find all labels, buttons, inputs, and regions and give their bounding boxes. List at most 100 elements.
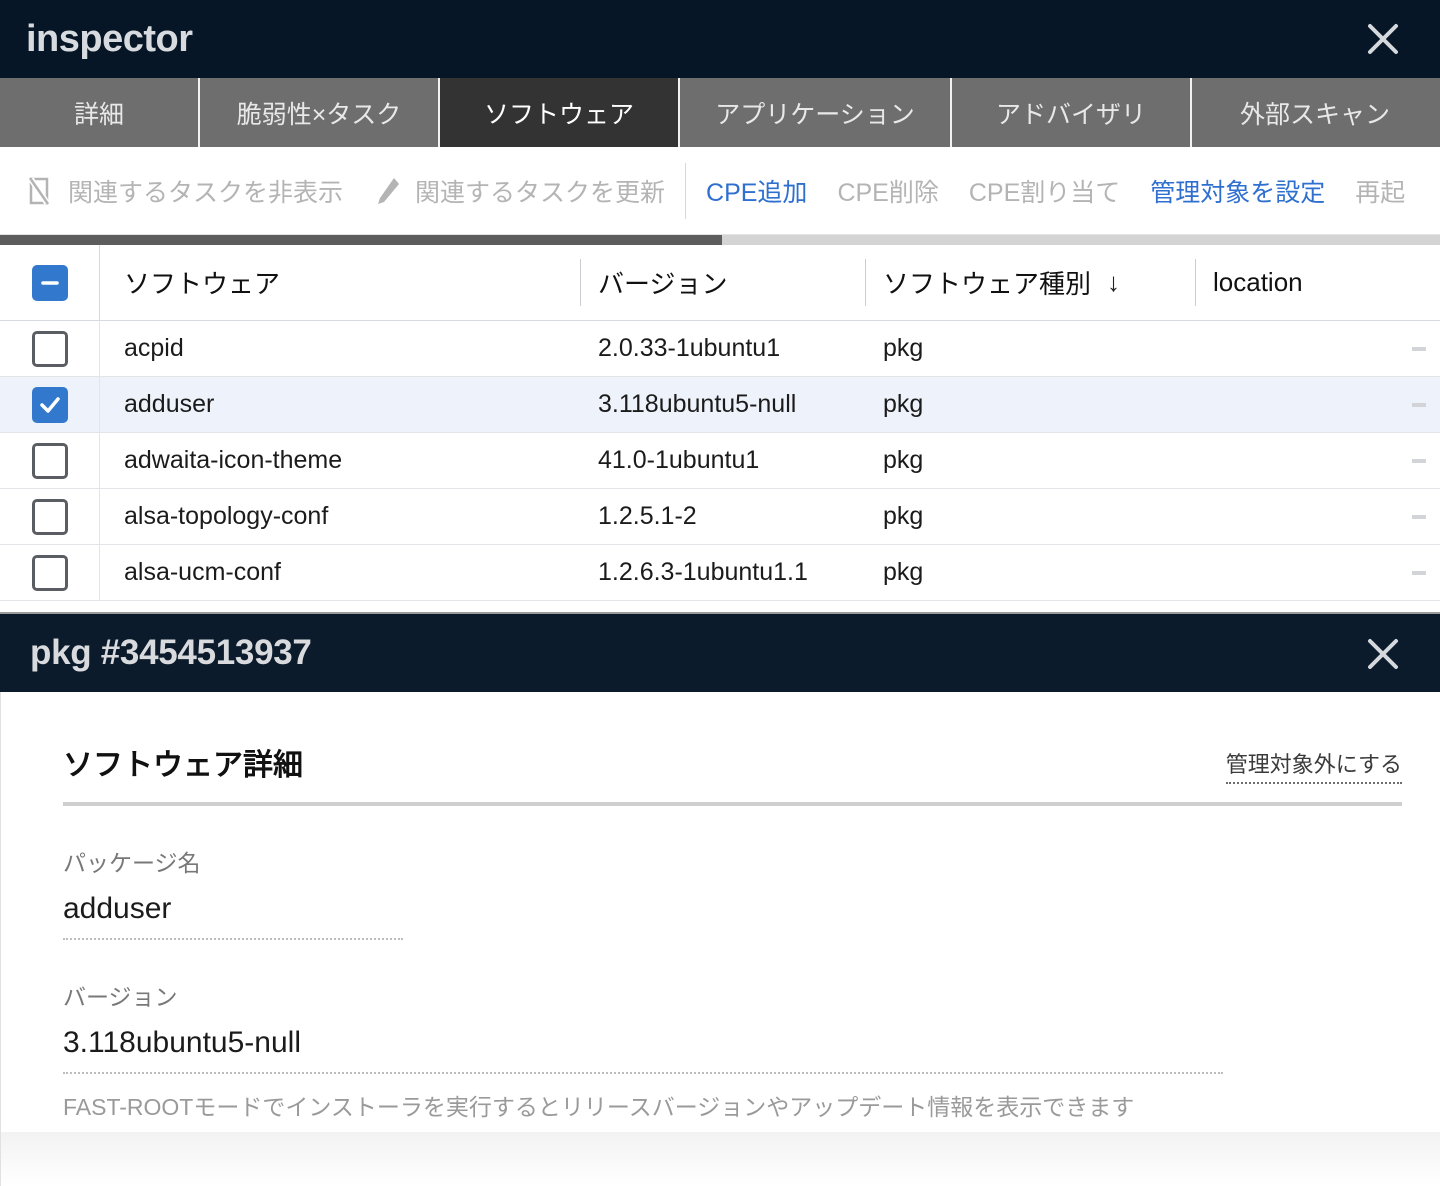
cpe-delete-button[interactable]: CPE削除	[837, 173, 938, 209]
cell-type: pkg	[883, 334, 924, 362]
column-header-type[interactable]: ソフトウェア種別 ↓	[865, 245, 1195, 320]
column-header-software-label: ソフトウェア	[124, 269, 281, 299]
software-table: ソフトウェア バージョン ソフトウェア種別 ↓ location acpid 2…	[0, 245, 1440, 610]
checkmark-icon	[39, 396, 60, 413]
row-checkbox[interactable]	[31, 442, 68, 479]
tab-detail-label: 詳細	[73, 100, 124, 129]
column-header-location[interactable]: location	[1195, 245, 1440, 320]
row-select-cell	[0, 489, 100, 544]
detail-panel-header: pkg #3454513937	[0, 612, 1440, 692]
bottom-fade-overlay	[1, 1132, 1440, 1186]
select-all-checkbox[interactable]	[31, 264, 68, 301]
detail-panel-title: pkg #3454513937	[30, 633, 312, 672]
hide-related-tasks-button[interactable]: 関連するタスクを非表示	[26, 173, 343, 209]
tab-vulnerability-task[interactable]: 脆弱性×タスク	[200, 78, 440, 147]
location-empty-dash	[1412, 570, 1426, 575]
toolbar-horizontal-scrollbar[interactable]	[0, 235, 1440, 245]
location-empty-dash	[1412, 458, 1426, 463]
location-empty-dash	[1412, 514, 1426, 519]
field-version-value[interactable]: 3.118ubuntu5-null	[63, 1026, 1223, 1072]
sort-descending-icon: ↓	[1107, 267, 1121, 297]
unmanage-link[interactable]: 管理対象外にする	[1225, 747, 1402, 784]
detail-panel-body: ソフトウェア詳細 管理対象外にする パッケージ名 adduser バージョン 3…	[0, 692, 1440, 1186]
table-row[interactable]: adduser 3.118ubuntu5-null pkg	[0, 377, 1440, 433]
column-header-version-label: バージョン	[598, 269, 728, 299]
field-package-name-underline	[63, 938, 403, 940]
table-row[interactable]: adwaita-icon-theme 41.0-1ubuntu1 pkg	[0, 433, 1440, 489]
cell-location	[1195, 433, 1440, 488]
field-version: バージョン 3.118ubuntu5-null FAST-ROOTモードでインス…	[63, 978, 1440, 1122]
row-select-cell	[0, 433, 100, 488]
column-header-type-label: ソフトウェア種別	[883, 269, 1092, 299]
tab-application-label: アプリケーション	[715, 100, 915, 129]
field-version-hint: FAST-ROOTモードでインストーラを実行するとリリースバージョンやアップデー…	[63, 1094, 1135, 1120]
column-header-location-label: location	[1213, 267, 1303, 297]
restart-label: 再起	[1355, 178, 1406, 207]
tab-vulnerability-task-label: 脆弱性×タスク	[236, 100, 402, 129]
row-select-cell	[0, 377, 100, 432]
cell-type: pkg	[883, 502, 924, 530]
cell-location	[1195, 321, 1440, 376]
detail-panel-close-button[interactable]	[1362, 633, 1404, 675]
cell-software: adduser	[124, 390, 215, 418]
cell-version: 1.2.5.1-2	[598, 502, 697, 530]
update-related-tasks-button[interactable]: 関連するタスクを更新	[373, 173, 665, 209]
location-empty-dash	[1412, 402, 1426, 407]
indeterminate-icon	[40, 280, 59, 285]
select-all-cell	[0, 245, 100, 320]
table-row[interactable]: alsa-ucm-conf 1.2.6.3-1ubuntu1.1 pkg	[0, 545, 1440, 601]
row-checkbox[interactable]	[31, 498, 68, 535]
table-row[interactable]: alsa-topology-conf 1.2.5.1-2 pkg	[0, 489, 1440, 545]
tab-software[interactable]: ソフトウェア	[440, 78, 680, 147]
column-header-software[interactable]: ソフトウェア	[100, 245, 580, 320]
field-package-name-value[interactable]: adduser	[63, 892, 403, 938]
section-title: ソフトウェア詳細	[63, 749, 303, 782]
action-toolbar: 関連するタスクを非表示 関連するタスクを更新 CPE追加 CPE削除 CPE割り…	[0, 147, 1440, 235]
toolbar-divider	[685, 162, 687, 219]
row-select-cell	[0, 545, 100, 600]
set-managed-button[interactable]: 管理対象を設定	[1150, 173, 1325, 209]
cell-type: pkg	[883, 558, 924, 586]
tab-application[interactable]: アプリケーション	[680, 78, 952, 147]
main-tabbar: 詳細 脆弱性×タスク ソフトウェア アプリケーション アドバイザリ 外部スキャン	[0, 78, 1440, 147]
cell-software: adwaita-icon-theme	[124, 446, 343, 474]
inspector-window: inspector 詳細 脆弱性×タスク ソフトウェア アプリケーション アドバ…	[0, 0, 1440, 1186]
field-package-name-label: パッケージ名	[63, 850, 201, 876]
row-select-cell	[0, 321, 100, 376]
row-checkbox[interactable]	[31, 386, 68, 423]
tab-detail[interactable]: 詳細	[0, 78, 200, 147]
cell-version: 3.118ubuntu5-null	[598, 390, 797, 418]
table-row[interactable]: acpid 2.0.33-1ubuntu1 pkg	[0, 321, 1440, 377]
row-checkbox[interactable]	[31, 330, 68, 367]
cpe-assign-label: CPE割り当て	[968, 178, 1121, 207]
software-detail-section-header: ソフトウェア詳細 管理対象外にする	[63, 740, 1402, 806]
restart-button[interactable]: 再起	[1355, 173, 1405, 209]
cpe-add-button[interactable]: CPE追加	[706, 173, 807, 209]
cell-software: acpid	[124, 334, 184, 362]
tab-external-scan-label: 外部スキャン	[1239, 100, 1390, 129]
column-header-version[interactable]: バージョン	[580, 245, 865, 320]
cell-type: pkg	[883, 446, 924, 474]
row-checkbox[interactable]	[31, 554, 68, 591]
tab-advisory[interactable]: アドバイザリ	[952, 78, 1192, 147]
tab-external-scan[interactable]: 外部スキャン	[1192, 78, 1438, 147]
field-version-label: バージョン	[63, 984, 178, 1010]
cpe-assign-button[interactable]: CPE割り当て	[969, 173, 1120, 209]
tab-advisory-label: アドバイザリ	[995, 100, 1146, 129]
cell-location	[1195, 377, 1440, 432]
update-related-tasks-label: 関連するタスクを更新	[415, 178, 666, 207]
cell-version: 2.0.33-1ubuntu1	[598, 334, 781, 362]
cpe-delete-label: CPE削除	[837, 178, 939, 207]
cell-type: pkg	[883, 390, 924, 418]
scrollbar-thumb[interactable]	[0, 235, 722, 245]
window-close-button[interactable]	[1362, 18, 1404, 60]
set-managed-label: 管理対象を設定	[1150, 178, 1326, 207]
cell-software: alsa-ucm-conf	[124, 558, 281, 586]
field-package-name: パッケージ名 adduser	[63, 844, 1440, 940]
table-header-row: ソフトウェア バージョン ソフトウェア種別 ↓ location	[0, 245, 1440, 321]
close-icon	[1368, 639, 1398, 669]
close-icon	[1368, 24, 1398, 54]
window-titlebar: inspector	[0, 0, 1440, 78]
cell-location	[1195, 489, 1440, 544]
cpe-add-label: CPE追加	[706, 178, 808, 207]
